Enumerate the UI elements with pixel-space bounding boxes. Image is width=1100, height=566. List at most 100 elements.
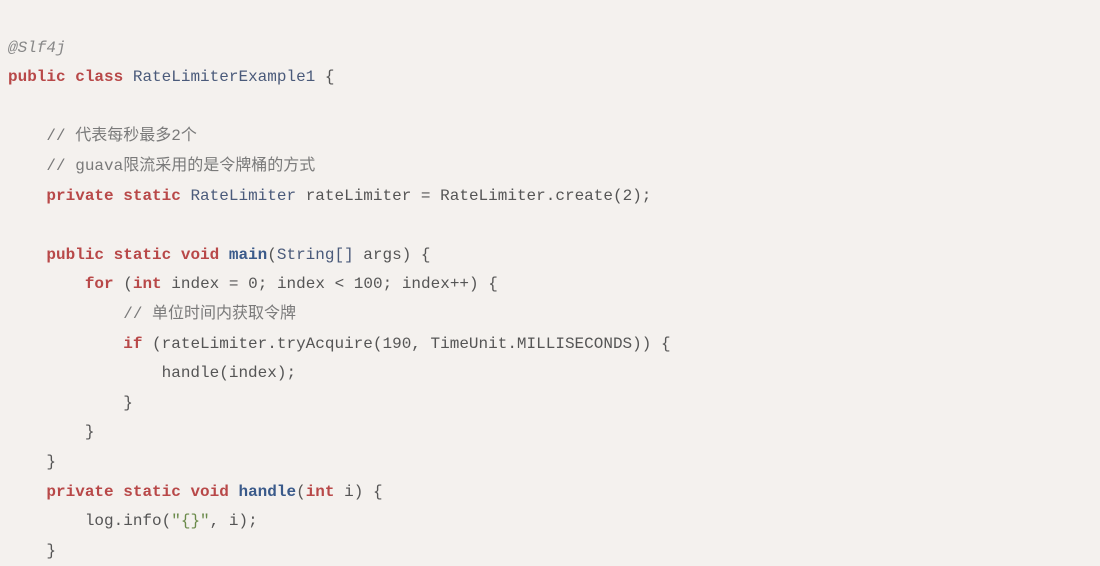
param-name: args bbox=[363, 246, 401, 264]
brace: { bbox=[488, 275, 498, 293]
indent bbox=[8, 157, 46, 175]
string-literal: "{}" bbox=[171, 512, 209, 530]
code-line: log.info("{}", i); bbox=[8, 512, 258, 530]
number-literal: 190 bbox=[382, 335, 411, 353]
indent bbox=[8, 512, 85, 530]
identifier: index bbox=[277, 275, 325, 293]
comment: // 单位时间内获取令牌 bbox=[123, 305, 296, 323]
identifier: rateLimiter bbox=[306, 187, 412, 205]
keyword-static: static bbox=[123, 187, 181, 205]
param-name: i bbox=[344, 483, 354, 501]
paren: ( bbox=[613, 187, 623, 205]
comma: , bbox=[210, 512, 220, 530]
keyword-void: void bbox=[190, 483, 228, 501]
operator: = bbox=[229, 275, 239, 293]
indent bbox=[8, 127, 46, 145]
code-line: // guava限流采用的是令牌桶的方式 bbox=[8, 157, 315, 175]
indent bbox=[8, 483, 46, 501]
code-line: handle(index); bbox=[8, 364, 296, 382]
indent bbox=[8, 335, 123, 353]
identifier: index++ bbox=[402, 275, 469, 293]
keyword-public: public bbox=[46, 246, 104, 264]
code-line: private static void handle(int i) { bbox=[8, 483, 383, 501]
keyword-static: static bbox=[123, 483, 181, 501]
semicolon: ; bbox=[258, 275, 268, 293]
brace: { bbox=[373, 483, 383, 501]
paren: ( bbox=[219, 364, 229, 382]
indent bbox=[8, 542, 46, 560]
paren: ( bbox=[123, 275, 133, 293]
number-literal: 100 bbox=[354, 275, 383, 293]
comment: // 代表每秒最多2个 bbox=[46, 127, 196, 145]
code-line: for (int index = 0; index < 100; index++… bbox=[8, 275, 498, 293]
indent bbox=[8, 364, 162, 382]
param-type: int bbox=[306, 483, 335, 501]
code-line: } bbox=[8, 394, 133, 412]
keyword-static: static bbox=[114, 246, 172, 264]
paren: ) bbox=[469, 275, 479, 293]
comma: , bbox=[411, 335, 421, 353]
paren: ) bbox=[238, 512, 248, 530]
keyword-void: void bbox=[181, 246, 219, 264]
paren: ) bbox=[402, 246, 412, 264]
paren: ) bbox=[632, 335, 642, 353]
method-call: RateLimiter.create bbox=[440, 187, 613, 205]
semicolon: ; bbox=[248, 512, 258, 530]
param-type: String[] bbox=[277, 246, 354, 264]
brace: { bbox=[421, 246, 431, 264]
brace: } bbox=[123, 394, 133, 412]
semicolon: ; bbox=[286, 364, 296, 382]
paren: ( bbox=[152, 335, 162, 353]
indent bbox=[8, 305, 123, 323]
indent bbox=[8, 394, 123, 412]
number-literal: 0 bbox=[248, 275, 258, 293]
keyword-int: int bbox=[133, 275, 162, 293]
comment: // guava限流采用的是令牌桶的方式 bbox=[46, 157, 315, 175]
method-name: main bbox=[229, 246, 267, 264]
class-name: RateLimiterExample1 bbox=[133, 68, 315, 86]
code-line: @Slf4j bbox=[8, 39, 66, 57]
identifier: TimeUnit.MILLISECONDS bbox=[431, 335, 633, 353]
semicolon: ; bbox=[383, 275, 393, 293]
paren: ( bbox=[296, 483, 306, 501]
paren: ) bbox=[632, 187, 642, 205]
indent bbox=[8, 275, 85, 293]
annotation: @Slf4j bbox=[8, 39, 66, 57]
method-name: handle bbox=[238, 483, 296, 501]
method-call: rateLimiter.tryAcquire bbox=[162, 335, 373, 353]
code-line: } bbox=[8, 453, 56, 471]
code-line: public static void main(String[] args) { bbox=[8, 246, 431, 264]
brace: } bbox=[46, 542, 56, 560]
paren: ) bbox=[354, 483, 364, 501]
paren: ) bbox=[642, 335, 652, 353]
indent bbox=[8, 453, 46, 471]
keyword-class: class bbox=[75, 68, 123, 86]
identifier: index bbox=[229, 364, 277, 382]
indent bbox=[8, 423, 85, 441]
type-name: RateLimiter bbox=[190, 187, 296, 205]
keyword-for: for bbox=[85, 275, 114, 293]
keyword-public: public bbox=[8, 68, 66, 86]
brace: } bbox=[46, 453, 56, 471]
keyword-if: if bbox=[123, 335, 142, 353]
method-call: log.info bbox=[85, 512, 162, 530]
code-line: // 代表每秒最多2个 bbox=[8, 127, 197, 145]
code-line: private static RateLimiter rateLimiter =… bbox=[8, 187, 651, 205]
operator: < bbox=[335, 275, 345, 293]
brace: } bbox=[85, 423, 95, 441]
paren: ( bbox=[162, 512, 172, 530]
paren: ( bbox=[267, 246, 277, 264]
code-line: if (rateLimiter.tryAcquire(190, TimeUnit… bbox=[8, 335, 671, 353]
indent bbox=[8, 187, 46, 205]
identifier: index bbox=[171, 275, 219, 293]
code-snippet: @Slf4j public class RateLimiterExample1 … bbox=[8, 4, 1092, 566]
code-line: } bbox=[8, 542, 56, 560]
code-line: public class RateLimiterExample1 { bbox=[8, 68, 335, 86]
semicolon: ; bbox=[642, 187, 652, 205]
keyword-private: private bbox=[46, 483, 113, 501]
brace: { bbox=[325, 68, 335, 86]
indent bbox=[8, 246, 46, 264]
code-line: // 单位时间内获取令牌 bbox=[8, 305, 296, 323]
method-call: handle bbox=[162, 364, 220, 382]
operator: = bbox=[421, 187, 431, 205]
